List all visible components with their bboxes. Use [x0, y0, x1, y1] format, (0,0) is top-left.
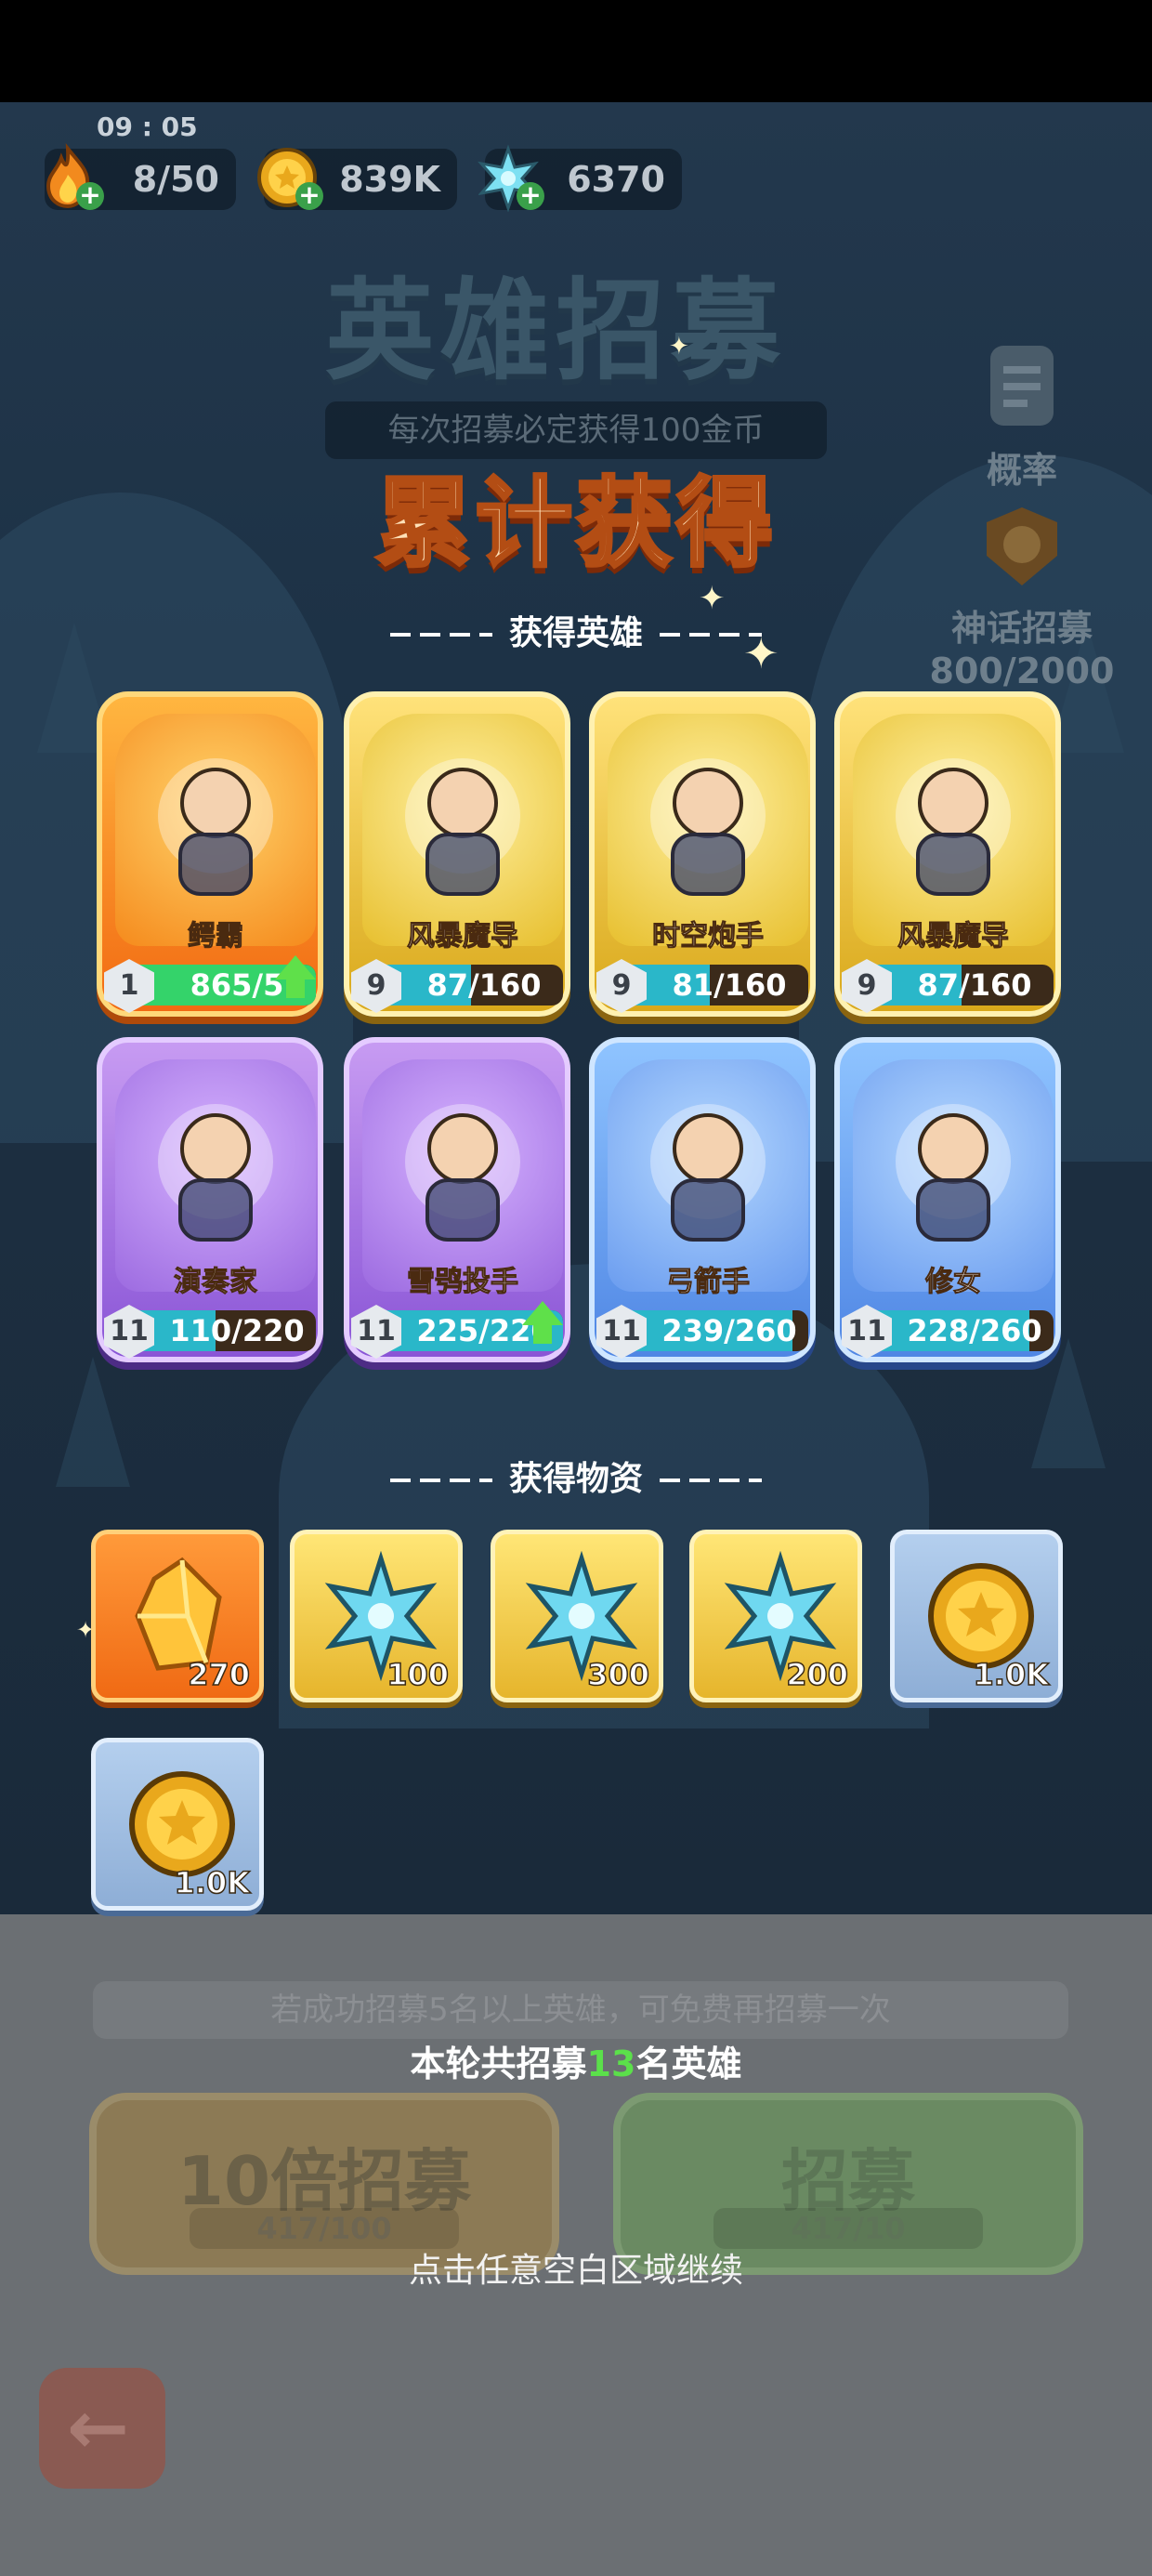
energy-counter[interactable]: + 8/50: [45, 143, 236, 210]
hero-avatar-icon: [896, 758, 1011, 896]
item-quantity: 200: [785, 1656, 848, 1693]
hero-portrait: [608, 714, 808, 946]
hero-avatar-icon: [650, 758, 766, 896]
hero-portrait: [115, 714, 316, 946]
upgrade-arrow-icon: [522, 1301, 563, 1344]
hero-shard-progress: 228/260: [907, 1313, 1042, 1348]
round-count: 13: [586, 2044, 636, 2084]
hero-shard-progress: 87/160: [426, 967, 542, 1003]
item-quantity: 1.0K: [973, 1656, 1050, 1693]
hero-portrait: [115, 1059, 316, 1292]
hero-card[interactable]: 弓箭手 11 239/260: [589, 1037, 816, 1362]
hero-name: 风暴魔导: [897, 920, 1010, 953]
item-quantity: 1.0K: [174, 1864, 251, 1901]
hero-avatar-icon: [158, 1104, 273, 1242]
hero-name: 雪鸮投手: [407, 1266, 519, 1299]
hero-portrait: [853, 714, 1054, 946]
clock: 09 : 05: [97, 112, 198, 142]
reward-item[interactable]: 1.0K: [91, 1738, 264, 1911]
hero-avatar-icon: [650, 1104, 766, 1242]
hero-name: 修女: [925, 1266, 982, 1299]
hero-portrait: [362, 714, 563, 946]
hero-avatar-icon: [405, 1104, 520, 1242]
hero-name: 风暴魔导: [407, 920, 519, 953]
hero-card[interactable]: 时空炮手 9 81/160: [589, 691, 816, 1017]
hero-portrait: [853, 1059, 1054, 1292]
hero-shard-progress: 110/220: [169, 1313, 305, 1348]
myth-progress: 800/2000: [929, 651, 1115, 691]
hero-avatar-icon: [896, 1104, 1011, 1242]
round-summary: 本轮共招募13名英雄: [0, 2035, 1152, 2086]
free-recruit-hint: 若成功招募5名以上英雄，可免费再招募一次: [93, 1981, 1068, 2039]
hero-card[interactable]: 修女 11 228/260: [834, 1037, 1061, 1362]
add-energy-icon[interactable]: +: [76, 182, 104, 210]
divider: [660, 1479, 762, 1482]
heroes-section-title: 获得英雄: [508, 614, 643, 652]
add-gold-icon[interactable]: +: [295, 182, 323, 210]
continue-prompt[interactable]: 点击任意空白区域继续: [0, 2243, 1152, 2292]
items-section-title: 获得物资: [508, 1460, 643, 1498]
hero-name: 弓箭手: [666, 1266, 751, 1299]
hero-shard-progress: 87/160: [917, 967, 1032, 1003]
add-crystal-icon[interactable]: +: [517, 182, 544, 210]
sparkle-icon: ✦: [669, 333, 689, 361]
back-arrow-icon: ←: [67, 2385, 130, 2471]
hero-card[interactable]: 鳄霸 1 865/5: [97, 691, 323, 1017]
item-quantity: 100: [386, 1656, 449, 1693]
energy-value: 8/50: [132, 159, 219, 200]
reward-item[interactable]: 200: [689, 1530, 862, 1702]
divider: [389, 1479, 492, 1482]
upgrade-arrow-icon: [275, 955, 316, 998]
item-quantity: 300: [586, 1656, 649, 1693]
crystal-value: 6370: [567, 159, 665, 200]
hero-card[interactable]: 风暴魔导 9 87/160: [834, 691, 1061, 1017]
divider: [660, 633, 762, 637]
hero-card[interactable]: 风暴魔导 9 87/160: [344, 691, 570, 1017]
gold-counter[interactable]: + 839K: [257, 148, 457, 210]
hero-shard-progress: 239/260: [661, 1313, 797, 1348]
reward-item[interactable]: 270: [91, 1530, 264, 1702]
hero-portrait: [362, 1059, 563, 1292]
reward-item[interactable]: 300: [491, 1530, 663, 1702]
hero-name: 时空炮手: [652, 920, 765, 953]
hero-portrait: [608, 1059, 808, 1292]
items-section-header: 获得物资: [0, 1452, 1152, 1500]
item-quantity: 270: [187, 1656, 250, 1693]
reward-item[interactable]: 100: [290, 1530, 463, 1702]
reward-item[interactable]: 1.0K: [890, 1530, 1063, 1702]
hero-shard-progress: 81/160: [672, 967, 787, 1003]
hero-name: 演奏家: [174, 1266, 258, 1299]
recruit-title-bg: 英雄招募: [325, 267, 787, 395]
hero-card[interactable]: 雪鸮投手 11 225/220: [344, 1037, 570, 1362]
back-button[interactable]: ←: [39, 2368, 165, 2489]
heroes-section-header: 获得英雄: [0, 606, 1152, 654]
hero-card[interactable]: 演奏家 11 110/220: [97, 1037, 323, 1362]
crystal-counter[interactable]: + 6370: [478, 144, 682, 212]
hero-avatar-icon: [405, 758, 520, 896]
hero-name: 鳄霸: [188, 920, 244, 953]
cumulative-title: 累计获得: [373, 465, 777, 582]
gold-value: 839K: [339, 159, 440, 200]
top-letterbox: [0, 0, 1152, 102]
round-prefix: 本轮共招募: [410, 2044, 587, 2084]
document-icon: [990, 346, 1054, 426]
hero-avatar-icon: [158, 758, 273, 896]
divider: [389, 633, 492, 637]
round-suffix: 名英雄: [635, 2044, 742, 2084]
